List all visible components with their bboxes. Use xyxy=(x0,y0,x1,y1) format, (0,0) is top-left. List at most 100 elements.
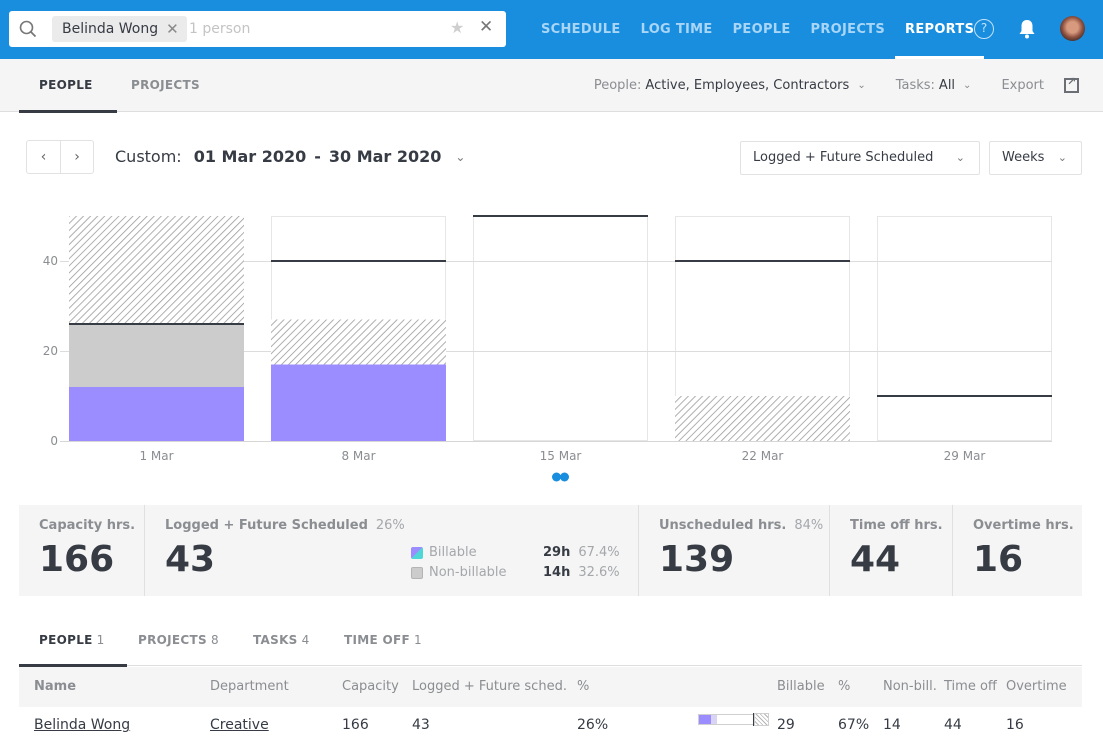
timeoff-card: Time off hrs. 44 xyxy=(830,505,953,596)
report-filters: People: Active, Employees, Contractors ⌄… xyxy=(564,59,1079,112)
nonbillable-values: 14h 32.6% xyxy=(543,565,620,580)
col-capacity[interactable]: Capacity xyxy=(342,667,399,707)
department-link[interactable]: Creative xyxy=(210,707,269,743)
search-bar[interactable]: Belinda Wong ✕ ★ ✕ xyxy=(9,11,506,47)
billable-values: 29h 67.4% xyxy=(543,545,620,560)
chevron-down-icon: ⌄ xyxy=(963,80,972,91)
overtime-card: Overtime hrs. 16 xyxy=(953,505,1082,596)
tab-count: 4 xyxy=(301,633,310,647)
metric-select[interactable]: Logged + Future Scheduled ⌄ xyxy=(740,141,980,175)
date-end: 30 Mar 2020 xyxy=(328,147,442,166)
mini-bar-timeoff xyxy=(754,713,769,726)
nav-reports[interactable]: REPORTS xyxy=(895,0,985,59)
unscheduled-value: 139 xyxy=(659,539,735,580)
detail-tab-tasks[interactable]: TASKS 4 xyxy=(253,620,310,666)
nav-people[interactable]: PEOPLE xyxy=(723,0,801,59)
y-tick-label: 0 xyxy=(50,434,58,448)
logged-title-text: Logged + Future Scheduled xyxy=(165,518,368,533)
billable-hours: 29h xyxy=(543,545,571,560)
bar-frame xyxy=(877,216,1052,441)
next-period-button[interactable]: › xyxy=(59,141,93,173)
col-department[interactable]: Department xyxy=(210,667,289,707)
remove-chip-icon[interactable]: ✕ xyxy=(166,20,179,38)
top-navigation-bar: Belinda Wong ✕ ★ ✕ SCHEDULE LOG TIME PEO… xyxy=(0,0,1103,59)
people-filter-dropdown[interactable]: People: Active, Employees, Contractors ⌄ xyxy=(594,78,866,93)
user-avatar[interactable] xyxy=(1060,16,1085,41)
logged-pct: 26% xyxy=(375,518,405,533)
export-button[interactable]: Export xyxy=(1001,75,1079,93)
date-range-label: Custom: xyxy=(115,147,182,166)
people-filter-value: Active, Employees, Contractors xyxy=(645,78,850,93)
logged-card: Logged + Future Scheduled 26% 43 Billable… xyxy=(145,505,639,596)
tab-people[interactable]: PEOPLE xyxy=(19,59,117,113)
cell-billable: 29 xyxy=(777,717,795,733)
bar-segment-time-off xyxy=(271,319,446,365)
col-timeoff[interactable]: Time off xyxy=(944,667,997,707)
tab-count: 1 xyxy=(96,633,105,647)
capacity-value: 166 xyxy=(39,539,115,580)
x-tick-label: 8 Mar xyxy=(341,449,375,463)
tasks-filter-label: Tasks: xyxy=(895,78,935,93)
legend-billable-label: Billable xyxy=(429,545,477,560)
search-filter-chip: Belinda Wong ✕ xyxy=(52,16,187,42)
chevron-down-icon: ⌄ xyxy=(955,151,965,164)
unscheduled-title-text: Unscheduled hrs. xyxy=(659,518,787,533)
mini-bar-nonbillable xyxy=(710,715,717,724)
y-tick-label: 40 xyxy=(43,254,58,268)
star-icon[interactable]: ★ xyxy=(450,18,464,37)
help-icon[interactable]: ? xyxy=(974,19,994,39)
detail-tabs: PEOPLE 1 PROJECTS 8 TASKS 4 TIME OFF 1 xyxy=(19,620,1082,667)
date-separator: - xyxy=(314,147,321,166)
clear-search-icon[interactable]: ✕ xyxy=(479,17,493,37)
legend-billable: Billable xyxy=(411,545,477,560)
col-logged[interactable]: Logged + Future sched. xyxy=(412,667,567,707)
period-select[interactable]: Weeks ⌄ xyxy=(989,141,1082,175)
date-range-picker[interactable]: Custom: 01 Mar 2020 - 30 Mar 2020 ⌄ xyxy=(115,147,465,166)
bell-icon[interactable] xyxy=(1017,18,1037,40)
cell-overtime: 16 xyxy=(1006,717,1024,733)
chevron-down-icon: ⌄ xyxy=(1057,151,1067,164)
metric-select-value: Logged + Future Scheduled xyxy=(753,150,934,165)
tab-label: PEOPLE xyxy=(39,633,93,647)
nav-log-time[interactable]: LOG TIME xyxy=(631,0,723,59)
chevron-down-icon: ⌄ xyxy=(857,80,866,91)
search-input[interactable] xyxy=(189,17,429,41)
legend-nonbillable: Non-billable xyxy=(411,565,507,580)
search-icon xyxy=(19,20,37,38)
cell-capacity: 166 xyxy=(342,717,369,733)
tab-label: TIME OFF xyxy=(344,633,410,647)
x-tick-label: 15 Mar xyxy=(540,449,582,463)
detail-tab-people[interactable]: PEOPLE 1 xyxy=(19,620,127,667)
nonbillable-hours: 14h xyxy=(543,565,571,580)
col-nonbill[interactable]: Non-bill. xyxy=(883,667,937,707)
tab-label: TASKS xyxy=(253,633,298,647)
person-name-link[interactable]: Belinda Wong xyxy=(34,707,130,743)
detail-tab-time-off[interactable]: TIME OFF 1 xyxy=(344,620,422,666)
col-billable-pct[interactable]: % xyxy=(838,667,850,707)
detail-tab-projects[interactable]: PROJECTS 8 xyxy=(138,620,219,666)
x-tick-label: 1 Mar xyxy=(139,449,173,463)
tab-count: 1 xyxy=(413,633,422,647)
x-tick-label: 22 Mar xyxy=(742,449,784,463)
timeoff-title: Time off hrs. xyxy=(850,518,943,533)
col-name[interactable]: Name xyxy=(34,667,76,707)
tab-projects[interactable]: PROJECTS xyxy=(131,59,200,112)
col-pct[interactable]: % xyxy=(577,667,589,707)
tasks-filter-value: All xyxy=(938,78,956,93)
people-filter-label: People: xyxy=(593,78,642,93)
cell-nonbill: 14 xyxy=(883,717,901,733)
nav-schedule[interactable]: SCHEDULE xyxy=(531,0,631,59)
table-header: Name Department Capacity Logged + Future… xyxy=(19,667,1082,707)
cell-pct: 26% xyxy=(577,717,609,733)
bar-segment-billable xyxy=(69,387,244,441)
logged-value: 43 xyxy=(165,539,216,580)
col-overtime[interactable]: Overtime xyxy=(1006,667,1067,707)
chevron-down-icon: ⌄ xyxy=(455,149,466,164)
nav-projects[interactable]: PROJECTS xyxy=(801,0,895,59)
capacity-title: Capacity hrs. xyxy=(39,518,136,533)
tasks-filter-dropdown[interactable]: Tasks: All ⌄ xyxy=(896,78,972,93)
timeoff-value: 44 xyxy=(850,539,901,580)
mini-bar-billable xyxy=(699,715,711,724)
prev-period-button[interactable]: ‹ xyxy=(27,141,60,173)
col-billable[interactable]: Billable xyxy=(777,667,825,707)
